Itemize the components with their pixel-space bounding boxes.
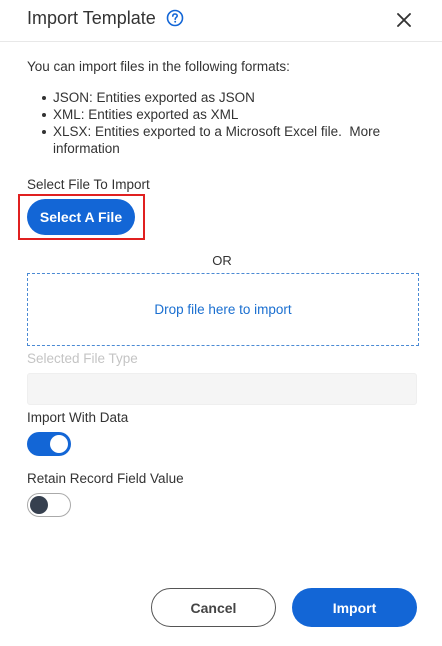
select-file-label: Select File To Import — [27, 177, 150, 192]
import-with-data-toggle[interactable] — [27, 432, 71, 456]
toggle-knob — [30, 496, 48, 514]
format-item-xlsx-text: XLSX: Entities exported to a Microsoft E… — [53, 124, 342, 139]
select-file-button[interactable]: Select A File — [27, 199, 135, 235]
question-circle-icon[interactable] — [166, 9, 184, 27]
retain-record-field-value-label: Retain Record Field Value — [27, 471, 184, 486]
dropzone-text: Drop file here to import — [154, 302, 292, 317]
file-dropzone[interactable]: Drop file here to import — [27, 273, 419, 346]
close-icon[interactable] — [396, 12, 412, 28]
intro-text: You can import files in the following fo… — [27, 59, 290, 74]
selected-file-type-field — [27, 373, 417, 405]
format-item-json: JSON: Entities exported as JSON — [42, 89, 423, 106]
dialog-title: Import Template — [27, 8, 156, 28]
import-with-data-label: Import With Data — [27, 410, 129, 425]
format-item-xlsx: XLSX: Entities exported to a Microsoft E… — [42, 123, 423, 157]
retain-record-field-value-toggle[interactable] — [27, 493, 71, 517]
toggle-knob — [50, 435, 68, 453]
format-item-xml: XML: Entities exported as XML — [42, 106, 423, 123]
dialog-header: Import Template — [0, 0, 442, 42]
format-list: JSON: Entities exported as JSON XML: Ent… — [42, 89, 423, 157]
or-divider-text: OR — [212, 253, 232, 268]
import-button[interactable]: Import — [292, 588, 417, 627]
selected-file-type-label: Selected File Type — [27, 351, 138, 366]
cancel-button[interactable]: Cancel — [151, 588, 276, 627]
